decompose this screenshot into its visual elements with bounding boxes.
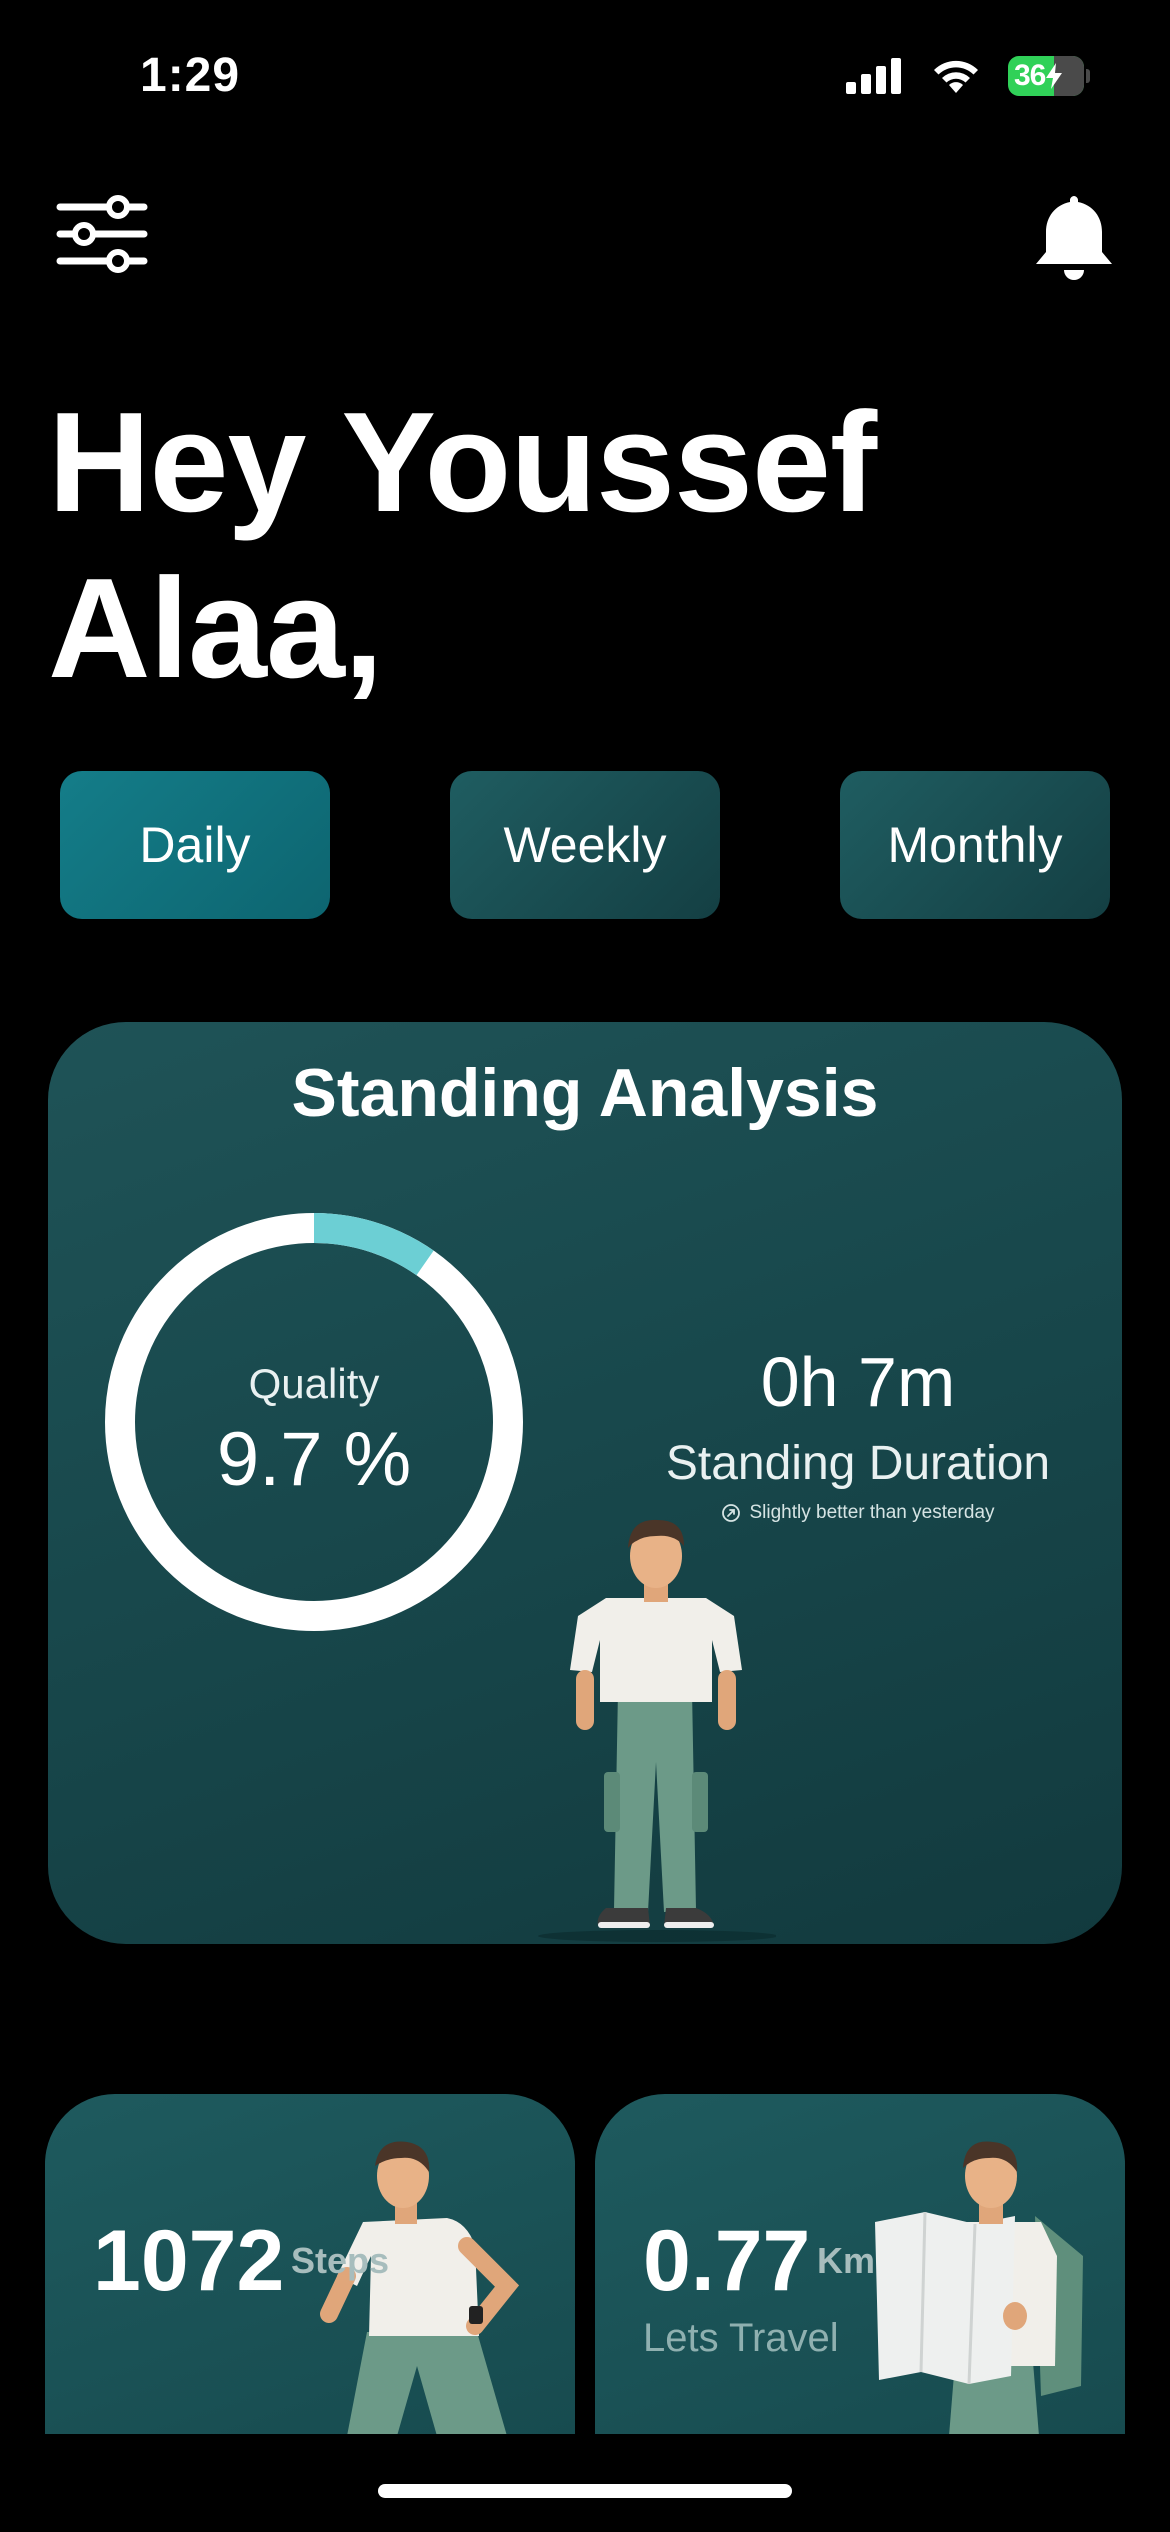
greeting-title: Hey Youssef Alaa, (48, 383, 877, 708)
quality-value: 9.7 % (216, 1417, 412, 1502)
status-icons: 36 (846, 56, 1090, 96)
battery-level: 36 (1014, 59, 1046, 92)
home-indicator[interactable] (378, 2484, 792, 2498)
runner-illustration (320, 2141, 520, 2434)
distance-subtitle: Lets Travel (643, 2316, 839, 2360)
steps-value: 1072 (93, 2213, 285, 2309)
notifications-button[interactable] (1032, 192, 1116, 289)
standing-person-illustration (538, 1519, 776, 1942)
battery-indicator: 36 (1008, 56, 1084, 96)
status-time: 1:29 (140, 49, 241, 102)
steps-unit: Steps (291, 2240, 390, 2281)
card-title: Standing Analysis (291, 1055, 879, 1131)
comparison-text: Slightly better than yesterday (749, 1502, 995, 1523)
filter-sliders-button[interactable] (56, 195, 148, 278)
standing-duration-value: 0h 7m (760, 1343, 956, 1421)
standing-analysis-card[interactable]: Standing Analysis Quality 9.7 % 0h 7m St… (48, 1022, 1122, 1944)
quality-label: Quality (248, 1360, 380, 1407)
distance-value: 0.77 (643, 2213, 811, 2309)
tab-daily[interactable]: Daily (60, 771, 330, 919)
charging-bolt-icon (1046, 63, 1063, 89)
distance-card[interactable]: 0.77 Km Lets Travel (595, 2094, 1125, 2434)
traveler-illustration (875, 2141, 1083, 2434)
distance-unit: Km (817, 2240, 876, 2281)
sliders-icon (56, 195, 148, 273)
steps-card[interactable]: 1072 Steps (45, 2094, 575, 2434)
standing-duration-label: Standing Duration (665, 1437, 1051, 1490)
tab-weekly[interactable]: Weekly (450, 771, 720, 919)
bell-icon (1036, 196, 1112, 280)
tab-monthly[interactable]: Monthly (840, 771, 1110, 919)
cellular-signal-icon (846, 58, 901, 94)
wifi-icon (934, 60, 978, 93)
